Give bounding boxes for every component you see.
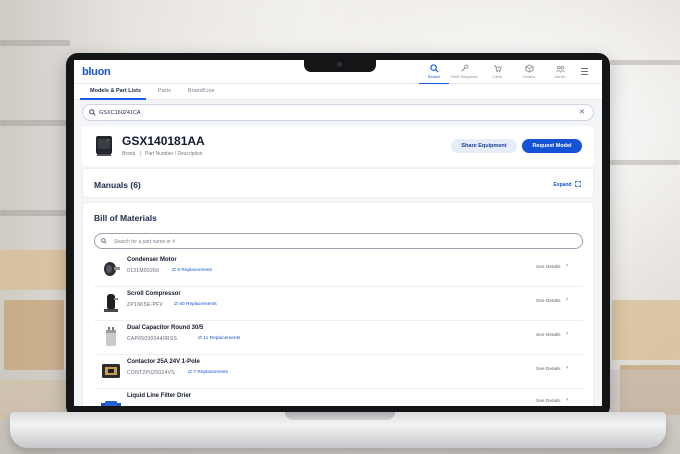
part-number: ZP16K5E-PFV [127, 302, 164, 308]
tab-models-part-lists[interactable]: Models & Part Lists [90, 88, 141, 94]
bom-row[interactable]: Scroll Compressor ZP16K5E-PFV ⇄ 60 Repla… [94, 287, 583, 321]
replacements-link[interactable]: ⇄ 7 Replacements [188, 370, 228, 375]
chevron-right-icon: › [566, 297, 568, 303]
part-number: 0131M00266 [127, 268, 160, 274]
part-search-input[interactable]: Search for a part name or # [94, 233, 583, 249]
nav-label: Carts [492, 74, 502, 79]
contactor-image [102, 364, 120, 378]
part-label: Part Number / Description [145, 151, 203, 157]
expand-label: Expand [553, 182, 572, 188]
part-search-placeholder: Search for a part name or # [114, 238, 176, 245]
see-details-link[interactable]: See Details [536, 367, 561, 372]
nav-label: Admin [554, 74, 566, 79]
see-details-link[interactable]: See Details [536, 399, 561, 404]
nav-label: Field Requests [450, 74, 478, 79]
replacements-link[interactable]: ⇄ 11 Replacements [198, 336, 240, 341]
part-number: CONT2P025024VS [127, 370, 175, 376]
part-name: Liquid Line Filter Drier [127, 393, 192, 399]
see-details-link[interactable]: See Details [536, 265, 561, 270]
clear-search-icon[interactable]: ✕ [579, 108, 585, 116]
bom-title: Bill of Materials [94, 213, 157, 223]
bom-row[interactable]: Dual Capacitor Round 30/5 CAP050300440RS… [94, 321, 583, 355]
nav-admin[interactable]: Admin [545, 60, 575, 84]
bom-row[interactable]: Condenser Motor 0131M00266 ⇄ 5 Replaceme… [94, 253, 583, 287]
search-icon [101, 238, 107, 244]
product-image [96, 136, 112, 156]
share-equipment-button[interactable]: Share Equipment [451, 139, 517, 153]
part-name: Contactor 25A 24V 1-Pole [127, 359, 200, 365]
cart-icon [493, 65, 502, 73]
nav-orders[interactable]: Orders [514, 60, 544, 84]
menu-icon[interactable] [581, 68, 588, 77]
product-header: GSX140181AA Brand | Part Number / Descri… [82, 126, 594, 166]
product-meta: Brand | Part Number / Description [122, 151, 203, 157]
expand-button[interactable]: Expand [554, 181, 581, 188]
capacitor-image [106, 327, 116, 346]
nav-carts[interactable]: Carts [482, 60, 512, 84]
condenser-motor-image [104, 262, 120, 276]
manuals-card: Manuals (6) Expand [82, 168, 594, 198]
nav-label: Search [427, 74, 441, 79]
replacements-link[interactable]: ⇄ 60 Replacements [174, 302, 217, 307]
nav-field-requests[interactable]: Field Requests [449, 60, 479, 84]
see-details-link[interactable]: See Details [536, 299, 561, 304]
brand-label: Brand [122, 151, 136, 157]
replacements-link[interactable]: ⇄ 5 Replacements [172, 268, 212, 273]
bluon-logo[interactable]: bluon [82, 66, 111, 78]
chevron-right-icon: › [566, 397, 568, 403]
search-icon [89, 109, 96, 116]
request-model-button[interactable]: Request Model [522, 139, 582, 153]
chevron-right-icon: › [566, 263, 568, 269]
wrench-icon [460, 64, 468, 72]
manuals-title: Manuals (6) [94, 180, 141, 190]
part-name: Scroll Compressor [127, 291, 181, 297]
expand-icon [575, 181, 581, 187]
model-number: GSX140181AA [122, 134, 205, 148]
filter-drier-image [101, 401, 121, 406]
search-icon [429, 64, 439, 73]
bom-row[interactable]: Liquid Line Filter Drier See Details › [94, 389, 583, 406]
bill-of-materials-card: Bill of Materials Search for a part name… [82, 202, 594, 406]
tab-brand-line[interactable]: Brand/Line [188, 88, 215, 94]
meta-separator: | [139, 151, 141, 157]
chevron-right-icon: › [566, 331, 568, 337]
bom-row[interactable]: Contactor 25A 24V 1-Pole CONT2P025024VS … [94, 355, 583, 389]
model-search-input[interactable]: GSXC160241CA ✕ [82, 104, 594, 121]
app-screen: bluon Search Field Requests Carts Orders… [74, 60, 602, 406]
tab-parts[interactable]: Parts [158, 88, 171, 94]
camera-notch [304, 58, 376, 72]
see-details-link[interactable]: See Details [536, 333, 561, 338]
active-tab-indicator [80, 98, 146, 100]
admin-icon [555, 65, 565, 73]
part-name: Dual Capacitor Round 30/5 [127, 325, 204, 331]
part-name: Condenser Motor [127, 257, 177, 263]
nav-label: Orders [522, 74, 536, 79]
part-number: CAP050300440RSS [127, 336, 178, 342]
chevron-right-icon: › [566, 365, 568, 371]
scroll-compressor-image [104, 294, 118, 312]
laptop-hinge-notch [285, 412, 395, 420]
orders-icon [524, 64, 534, 73]
search-value: GSXC160241CA [99, 110, 141, 116]
nav-search[interactable]: Search [419, 60, 449, 84]
search-tabs: Models & Part Lists Parts Brand/Line [74, 84, 602, 100]
